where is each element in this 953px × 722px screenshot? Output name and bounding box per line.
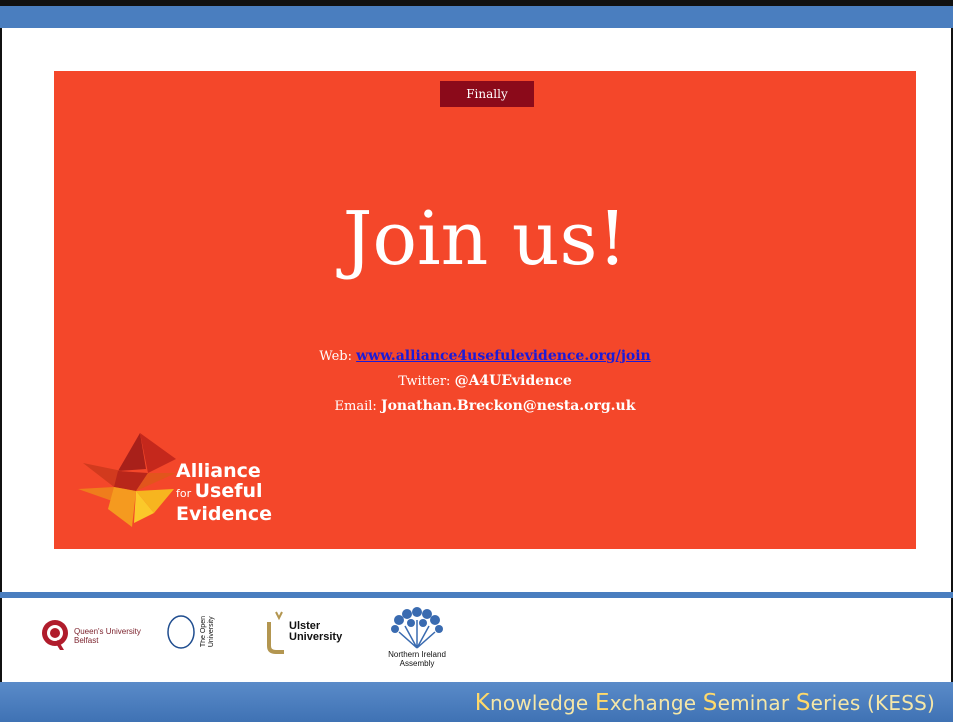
ou-line1: The Open: [200, 616, 207, 648]
contact-block: Web: www.alliance4usefulevidence.org/joi…: [54, 344, 916, 419]
flax-emblem-icon: [391, 607, 443, 649]
brand-for: for: [176, 487, 195, 500]
footer-s1-rest: eminar: [717, 691, 796, 715]
brand-line3: Evidence: [176, 503, 273, 525]
footer-e-rest: xchange: [609, 691, 703, 715]
web-label: Web:: [319, 349, 357, 364]
twitter-label: Twitter:: [398, 374, 455, 389]
alliance-wordmark: Alliance for Useful Evidence: [176, 461, 272, 524]
twitter-line: Twitter: @A4UEvidence: [54, 369, 916, 394]
footer-s2-rest: eries (KESS): [810, 691, 935, 715]
open-university-logo: The Open University: [166, 614, 216, 650]
slide-content: Finally Join us! Web: www.alliance4usefu…: [54, 71, 916, 549]
qub-logo: Queen's University Belfast: [40, 616, 141, 656]
nia-name: Northern Ireland Assembly: [388, 650, 446, 668]
footer-k: K: [474, 690, 491, 716]
qub-line1: Queen's University: [74, 627, 141, 636]
ulster-name: Ulster University: [289, 621, 342, 643]
web-line: Web: www.alliance4usefulevidence.org/joi…: [54, 344, 916, 369]
brand-useful: Useful: [194, 480, 263, 502]
ou-line2: University: [208, 616, 215, 648]
ou-name: The Open University: [200, 616, 216, 647]
partner-logos: Queen's University Belfast The Open Univ…: [0, 598, 953, 682]
ulster-line2: University: [289, 631, 343, 643]
headline: Join us!: [342, 196, 628, 282]
twitter-handle: @A4UEvidence: [454, 373, 572, 389]
maple-leaf-icon: [78, 433, 176, 527]
qub-crest-icon: [42, 620, 68, 650]
ulster-crest-icon: [267, 611, 284, 654]
footer-bar: Knowledge Exchange Seminar Series (KESS): [0, 682, 953, 722]
ulster-university-logo: Ulster University: [266, 610, 342, 654]
top-header-bar: [0, 0, 953, 28]
footer-k-rest: nowledge: [490, 691, 595, 715]
brand-line2: for Useful: [176, 481, 272, 504]
nia-line1: Northern Ireland: [388, 650, 446, 659]
ni-assembly-logo: Northern Ireland Assembly: [385, 602, 449, 668]
email-line: Email: Jonathan.Breckon@nesta.org.uk: [54, 394, 916, 419]
email-label: Email:: [334, 399, 381, 414]
qub-line2: Belfast: [74, 636, 99, 645]
footer-s1: S: [702, 690, 718, 716]
join-link[interactable]: www.alliance4usefulevidence.org/join: [356, 348, 651, 364]
brand-line1: Alliance: [176, 460, 261, 482]
footer-s2: S: [795, 690, 811, 716]
section-badge: Finally: [440, 81, 534, 107]
email-value: Jonathan.Breckon@nesta.org.uk: [380, 398, 636, 414]
footer-title: Knowledge Exchange Seminar Series (KESS): [475, 690, 935, 716]
alliance-logo: Alliance for Useful Evidence: [78, 431, 298, 531]
open-university-icon: [167, 615, 195, 649]
qub-name: Queen's University Belfast: [74, 627, 141, 645]
footer-e: E: [595, 690, 610, 716]
nia-line2: Assembly: [399, 659, 435, 668]
